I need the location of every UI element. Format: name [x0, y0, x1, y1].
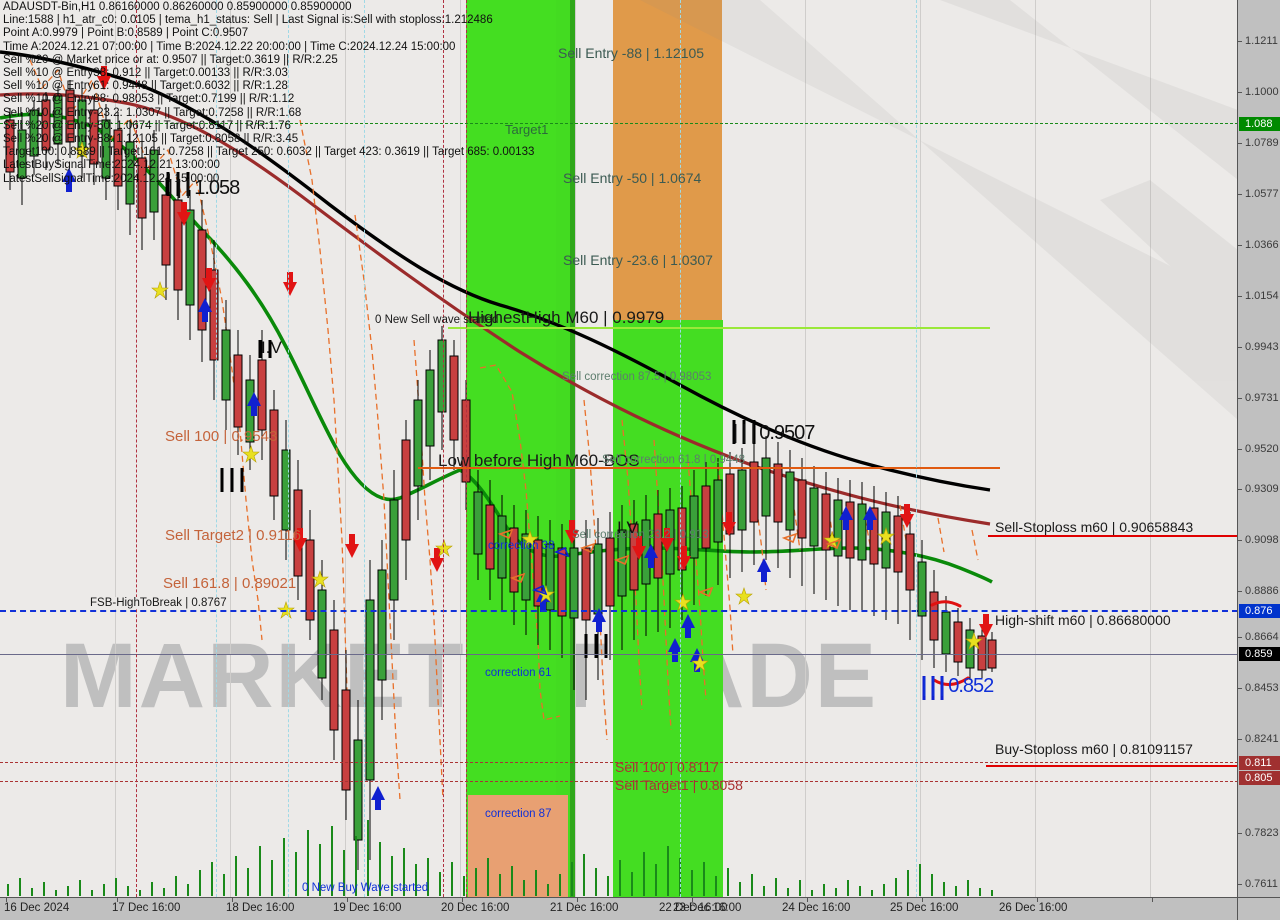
time-tick: 23 Dec 16:00	[673, 902, 742, 914]
price-tick: 0.9943	[1245, 341, 1279, 353]
price-tick: 0.9731	[1245, 392, 1279, 404]
label-buy-stoploss: Buy-Stoploss m60 | 0.81091157	[995, 741, 1193, 757]
price-tick: 1.1000	[1245, 86, 1279, 98]
level-buy-stoploss-line	[986, 765, 1238, 767]
label-sell-entry-50: Sell Entry -50 | 1.0674	[563, 170, 702, 186]
price-tick: 1.0577	[1245, 188, 1279, 200]
hdr-times: Time A:2024.12.21 07:00:00 | Time B:2024…	[3, 40, 456, 53]
hdr-latest-buy: LatestBuySignalTime:2024.12.21 13:00:00	[3, 159, 220, 172]
hdr-sell-market: Sell %20 @ Market price or at: 0.9507 ||…	[3, 53, 338, 66]
price-tick: 0.7823	[1245, 827, 1279, 839]
price-tick: 1.0789	[1245, 137, 1279, 149]
price-tick: 0.9520	[1245, 443, 1279, 455]
hdr-symbol-ohlc: ADAUSDT-Bin,H1 0.86160000 0.86260000 0.8…	[3, 1, 352, 13]
time-tick: 21 Dec 16:00	[550, 902, 619, 914]
label-high-shift: High-shift m60 | 0.86680000	[995, 612, 1171, 628]
label-low-before-high: Low before High	[438, 451, 562, 470]
hdr-latest-sell: LatestSellSignalTime:2024.12.24 15:00:00	[3, 172, 220, 185]
label-sell-target1-low: Sell Target1 | 0.8058	[615, 777, 743, 793]
time-tick: 19 Dec 16:00	[333, 902, 402, 914]
price-tick: 0.9098	[1245, 534, 1279, 546]
label-iv-top: I.V	[261, 338, 282, 357]
price-tick: 1.1211	[1245, 35, 1278, 47]
time-tick: 25 Dec 16:00	[890, 902, 959, 914]
price-highlight-selltarget1: 0.805	[1239, 771, 1280, 785]
hdr-sell-entry232: Sell %10 @ Entry-23.2: 1.0307 || Target:…	[3, 106, 302, 119]
label-sell-1618: Sell 161.8 | 0.89021	[163, 575, 297, 592]
hdr-sell-entry88: Sell %10 @ Entry88: 0.98053 || Target:0.…	[3, 93, 295, 106]
price-highlight-target1: 1.088	[1239, 117, 1280, 131]
price-tick: 0.7611	[1245, 878, 1278, 890]
axis-corner	[1237, 897, 1280, 920]
time-tick: 24 Dec 16:00	[782, 902, 851, 914]
label-sell-target2: Sell Target2 | 0.9116	[165, 527, 301, 544]
label-new-buy-wave: 0 New Buy Wave started	[302, 882, 429, 894]
price-tick: 0.8241	[1245, 733, 1279, 745]
vline-cyan-5	[916, 0, 917, 897]
level-sell-stoploss-line	[988, 535, 1238, 537]
label-sell-correction-875: Sell correction 87.5 | 0.98053	[562, 371, 712, 383]
chart-info-header: ADAUSDT-Bin,H1 0.86160000 0.86260000 0.8…	[3, 1, 534, 186]
hdr-sell-entry38: Sell %10 @ Entry38: 0.912 || Target:0.00…	[3, 67, 288, 80]
label-sell-100-low: Sell 100 | 0.8117	[615, 759, 719, 775]
price-tick: 0.8886	[1245, 585, 1279, 597]
label-iv-mid: I.V	[617, 518, 638, 537]
hdr-sell-entry-88: Sell %20 @ Entry-88: 1.12105 || Target:0…	[3, 133, 299, 146]
label-sell-correction-618: Sell correction 61.8 | 0.9448	[602, 454, 745, 466]
label-correction-38: correction 38	[488, 540, 555, 552]
label-sell-correction-232: Sell correction 23.2 | 0.913	[572, 529, 709, 541]
time-tick: 17 Dec 16:00	[112, 902, 181, 914]
level-close-line	[0, 654, 1238, 655]
price-highlight-fsb: 0.876	[1239, 604, 1280, 618]
price-tick: 0.8453	[1245, 682, 1279, 694]
price-highlight-close: 0.859	[1239, 647, 1280, 661]
label-correction-87: correction 87	[485, 808, 552, 820]
time-tick: 20 Dec 16:00	[441, 902, 510, 914]
time-tick: 18 Dec 16:00	[226, 902, 295, 914]
label-price-09507: | | | 0.9507	[733, 422, 815, 444]
price-highlight-sell100: 0.811	[1239, 756, 1280, 770]
price-axis[interactable]: 1.1211 1.1000 1.0789 1.0577 1.0366 1.015…	[1237, 0, 1280, 897]
label-sell-stoploss: Sell-Stoploss m60 | 0.90658843	[995, 519, 1194, 535]
label-price-0852: | | | 0.852	[922, 675, 994, 697]
label-correction-61: correction 61	[485, 667, 552, 679]
price-tick: 1.0366	[1245, 239, 1279, 251]
time-tick: 16 Dec 2024	[4, 902, 70, 914]
hdr-sell-entry50: Sell %20 @ Entry-50: 1.0674 || Target:0.…	[3, 119, 291, 132]
hdr-sell-entry61: Sell %10 @ Entry61: 0.9448 || Target:0.6…	[3, 80, 288, 93]
time-tick: 26 Dec 16:00	[999, 902, 1068, 914]
label-sell-entry-88: Sell Entry -88 | 1.12105	[558, 45, 705, 61]
price-tick: 1.0154	[1245, 290, 1279, 302]
label-sell-entry-236: Sell Entry -23.6 | 1.0307	[563, 252, 713, 268]
label-sell-100-high: Sell 100 | 0.9543	[165, 428, 278, 445]
hdr-points: Point A:0.9979 | Point B:0.8589 | Point …	[3, 27, 249, 40]
hdr-status-line: Line:1588 | h1_atr_c0: 0.0105 | tema_h1_…	[3, 14, 493, 27]
chart-plot-area[interactable]: MARKETZITRADE	[0, 0, 1238, 897]
trading-chart-window: MARKETZITRADE	[0, 0, 1280, 920]
label-fsb-high-to-break: FSB-HighToBreak | 0.8767	[88, 597, 229, 609]
price-tick: 0.9309	[1245, 483, 1279, 495]
label-new-sell-wave: 0 New Sell wave started	[375, 314, 499, 326]
price-tick: 0.8664	[1245, 631, 1279, 643]
time-axis[interactable]: 16 Dec 2024 17 Dec 16:00 18 Dec 16:00 19…	[0, 897, 1238, 920]
hdr-targets: Target100: 0.8589 || Target 161: 0.7258 …	[3, 146, 535, 159]
